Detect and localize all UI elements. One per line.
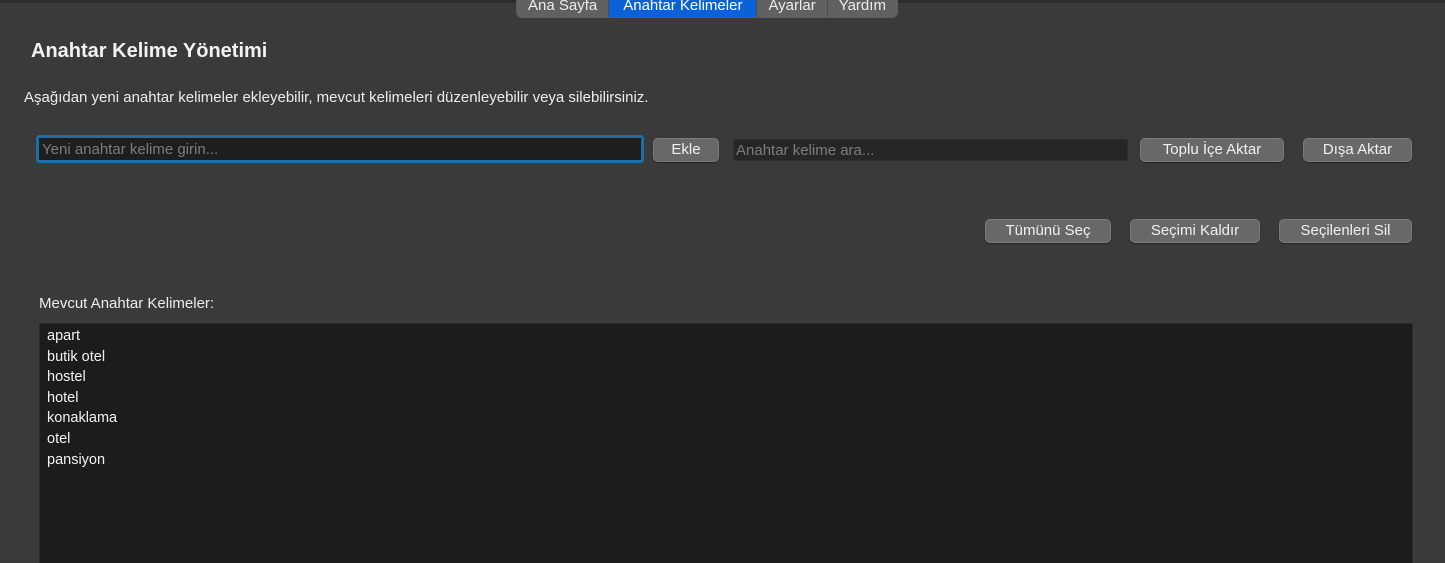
delete-selected-button[interactable]: Seçilenleri Sil [1279, 219, 1412, 243]
list-item[interactable]: pansiyon [47, 450, 1412, 471]
deselect-button[interactable]: Seçimi Kaldır [1130, 219, 1260, 243]
list-item[interactable]: otel [47, 429, 1412, 450]
tab-settings[interactable]: Ayarlar [757, 0, 828, 17]
list-item[interactable]: apart [47, 326, 1412, 347]
keyword-manager-window: Ana Sayfa Anahtar Kelimeler Ayarlar Yard… [0, 0, 1445, 563]
tab-keywords[interactable]: Anahtar Kelimeler [609, 0, 758, 17]
list-item[interactable]: butik otel [47, 347, 1412, 368]
tab-bar: Ana Sayfa Anahtar Kelimeler Ayarlar Yard… [516, 0, 898, 18]
select-all-button[interactable]: Tümünü Seç [985, 219, 1111, 243]
page-description: Aşağıdan yeni anahtar kelimeler ekleyebi… [24, 89, 649, 106]
export-button[interactable]: Dışa Aktar [1303, 138, 1412, 162]
keyword-list[interactable]: apart butik otel hostel hotel konaklama … [39, 323, 1413, 563]
new-keyword-input[interactable] [36, 135, 644, 163]
keyword-search-input[interactable] [733, 139, 1128, 161]
list-item[interactable]: hostel [47, 367, 1412, 388]
list-item[interactable]: hotel [47, 388, 1412, 409]
page-title: Anahtar Kelime Yönetimi [31, 40, 268, 62]
list-item[interactable]: konaklama [47, 408, 1412, 429]
add-keyword-button[interactable]: Ekle [653, 138, 719, 162]
bulk-import-button[interactable]: Toplu İçe Aktar [1140, 138, 1284, 162]
tab-help[interactable]: Yardım [828, 0, 897, 17]
keyword-list-label: Mevcut Anahtar Kelimeler: [39, 295, 215, 312]
tab-home[interactable]: Ana Sayfa [517, 0, 610, 17]
